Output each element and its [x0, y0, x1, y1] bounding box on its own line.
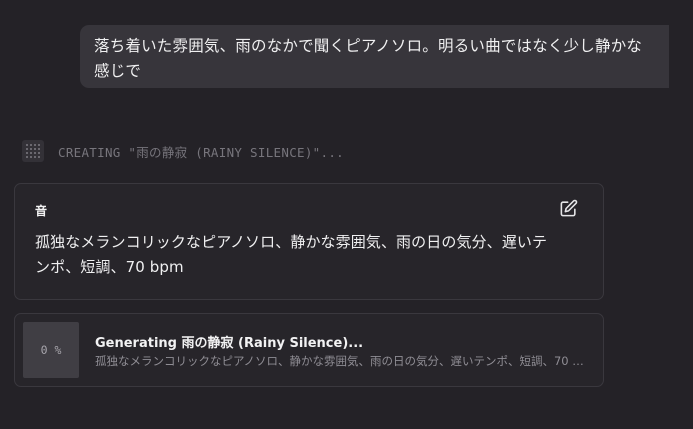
prompt-card: 音 孤独なメランコリックなピアノソロ、静かな雰囲気、雨の日の気分、遅いテ ンポ、… [14, 183, 604, 300]
user-message-bubble: 落ち着いた雰囲気、雨のなかで聞くピアノソロ。明るい曲ではなく少し静かな 感じで [80, 25, 669, 88]
user-message-line-2: 感じで [94, 62, 142, 80]
creation-status-text: CREATING "雨の静寂 (RAINY SILENCE)"... [58, 144, 344, 160]
track-description: 孤独なメランコリックなピアノソロ、静かな雰囲気、雨の日の気分、遅いテンポ、短調、… [95, 354, 585, 368]
prompt-card-label: 音 [35, 204, 48, 218]
progress-indicator: 0 % [23, 322, 79, 378]
grid-icon [22, 140, 44, 162]
chat-page: 落ち着いた雰囲気、雨のなかで聞くピアノソロ。明るい曲ではなく少し静かな 感じで … [0, 0, 693, 429]
prompt-text: 孤独なメランコリックなピアノソロ、静かな雰囲気、雨の日の気分、遅いテ ンポ、短調… [35, 230, 575, 280]
edit-icon [559, 199, 578, 222]
track-title: Generating 雨の静寂 (Rainy Silence)... [95, 336, 364, 351]
prompt-text-line-1: 孤独なメランコリックなピアノソロ、静かな雰囲気、雨の日の気分、遅いテ [35, 233, 548, 251]
edit-button[interactable] [557, 199, 579, 221]
prompt-text-line-2: ンポ、短調、70 bpm [35, 258, 184, 276]
creation-status: CREATING "雨の静寂 (RAINY SILENCE)"... [22, 140, 344, 162]
user-message-line-1: 落ち着いた雰囲気、雨のなかで聞くピアノソロ。明るい曲ではなく少し静かな [94, 37, 643, 55]
track-card[interactable]: 0 % Generating 雨の静寂 (Rainy Silence)... 孤… [14, 313, 604, 387]
